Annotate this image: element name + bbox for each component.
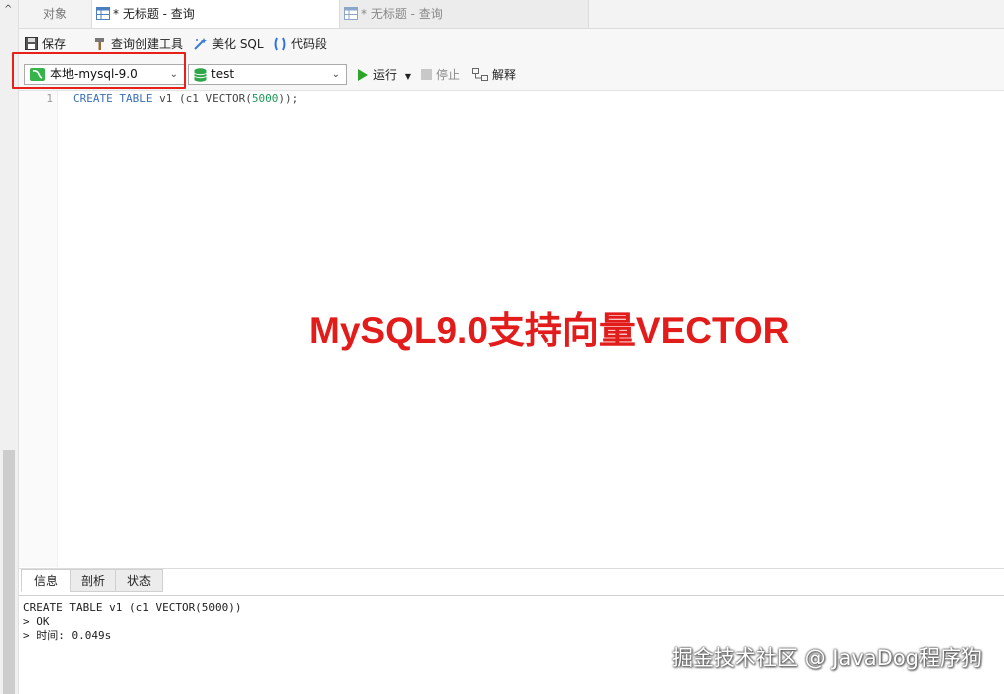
code-snippet-button[interactable]: 代码段 <box>273 36 327 52</box>
database-value: test <box>211 67 235 81</box>
magic-wand-icon <box>194 37 207 50</box>
code-snippet-label: 代码段 <box>291 37 328 51</box>
scrollbar-thumb[interactable] <box>3 450 15 694</box>
save-icon <box>25 37 38 50</box>
save-button[interactable]: 保存 <box>25 36 66 52</box>
tab-query-active[interactable]: * 无标题 - 查询 <box>92 0 340 28</box>
connection-highlight-box <box>12 52 186 89</box>
log-line: CREATE TABLE v1 (c1 VECTOR(5000)) <box>23 601 242 614</box>
query-builder-button[interactable]: 查询创建工具 <box>93 36 183 52</box>
tab-info[interactable]: 信息 <box>21 569 71 592</box>
result-panel: 信息 剖析 状态 CREATE TABLE v1 (c1 VECTOR(5000… <box>19 568 1004 694</box>
run-button[interactable]: 运行 ▼ <box>357 67 411 83</box>
line-number: 1 <box>46 92 53 105</box>
code-end: )); <box>278 92 299 105</box>
log-line: > 时间: 0.049s <box>23 629 112 642</box>
run-dropdown-icon[interactable]: ▼ <box>405 72 411 81</box>
overlay-annotation-title: MySQL9.0支持向量VECTOR <box>309 310 790 351</box>
code-keyword: CREATE TABLE <box>73 92 153 105</box>
database-icon <box>194 68 207 82</box>
left-scrollbar[interactable]: ^ <box>0 0 19 694</box>
explain-label: 解释 <box>492 68 517 82</box>
code-line[interactable]: CREATE TABLE v1 (c1 VECTOR(5000)); <box>73 92 298 105</box>
tab-query-active-label: * 无标题 - 查询 <box>113 7 195 21</box>
beautify-sql-button[interactable]: 美化 SQL <box>193 36 264 52</box>
tab-bar: 对象 * 无标题 - 查询 * 无标题 - 查询 <box>19 0 1004 29</box>
tab-query-inactive[interactable]: * 无标题 - 查询 <box>340 0 589 28</box>
database-select[interactable]: test ⌄ <box>188 64 347 85</box>
tab-objects[interactable]: 对象 <box>19 0 92 28</box>
parentheses-icon <box>274 37 286 50</box>
code-number: 5000 <box>251 92 279 105</box>
query-builder-label: 查询创建工具 <box>111 37 184 51</box>
explain-icon <box>472 67 488 81</box>
code-text: v1 (c1 VECTOR( <box>152 92 252 105</box>
run-label: 运行 <box>373 68 398 82</box>
stop-button[interactable]: 停止 <box>421 67 460 83</box>
tab-status[interactable]: 状态 <box>115 569 163 592</box>
play-icon <box>358 68 368 81</box>
scroll-up-arrow-icon[interactable]: ^ <box>4 4 12 15</box>
hammer-icon <box>95 37 104 50</box>
save-label: 保存 <box>42 37 67 51</box>
stop-label: 停止 <box>436 68 461 82</box>
message-log: CREATE TABLE v1 (c1 VECTOR(5000)) > OK > 时… <box>23 601 242 643</box>
tab-profile[interactable]: 剖析 <box>70 569 116 592</box>
result-tab-divider <box>19 595 1004 596</box>
line-gutter: 1 <box>19 91 58 567</box>
stop-icon <box>421 69 432 80</box>
chevron-down-icon: ⌄ <box>331 69 340 80</box>
watermark: 掘金技术社区 @ JavaDog程序狗 <box>671 646 982 670</box>
query-table-icon <box>96 7 110 20</box>
query-table-icon <box>344 7 358 20</box>
explain-button[interactable]: 解释 <box>472 67 516 83</box>
tab-query-inactive-label: * 无标题 - 查询 <box>361 7 443 21</box>
log-line: > OK <box>23 615 50 628</box>
beautify-sql-label: 美化 SQL <box>212 37 264 51</box>
